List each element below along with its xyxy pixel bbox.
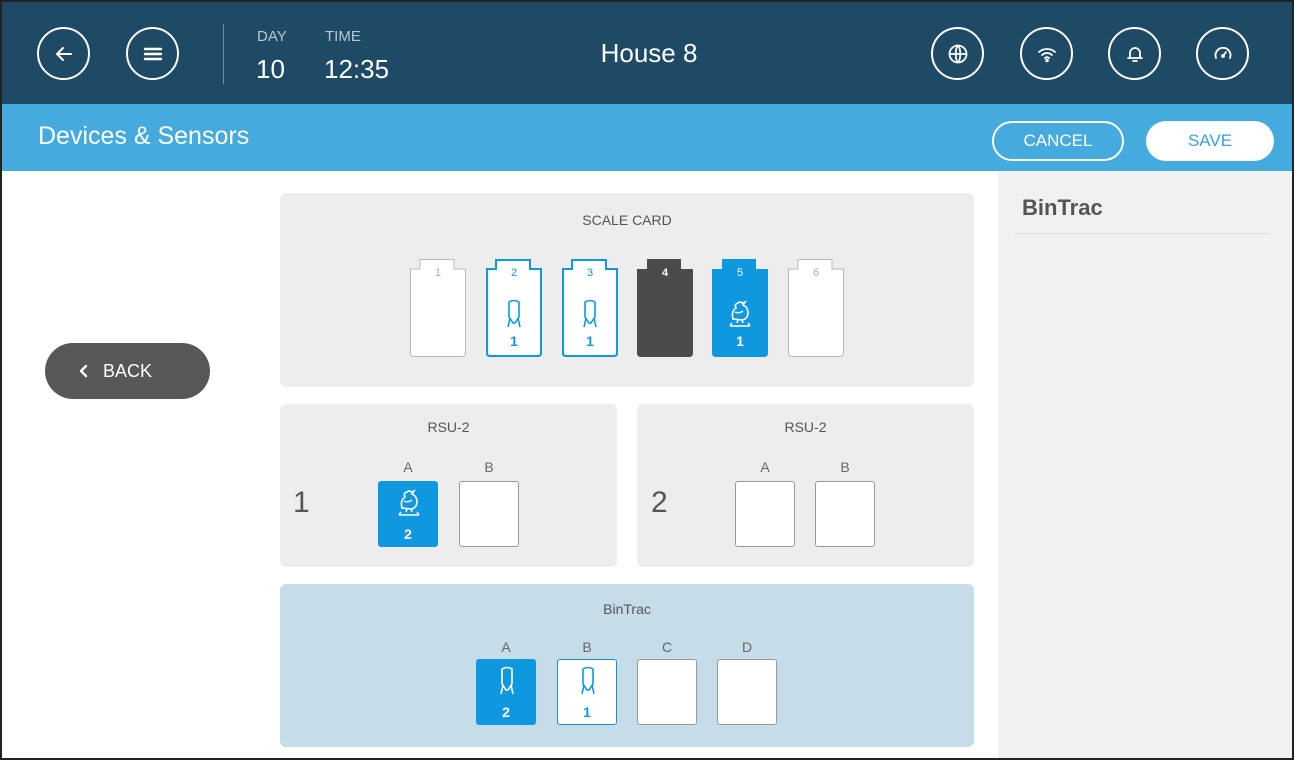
save-button[interactable]: SAVE bbox=[1146, 121, 1274, 161]
day-value: 10 bbox=[256, 54, 285, 84]
rsu-port-a[interactable]: 2 bbox=[378, 481, 438, 547]
rsu-port-b[interactable] bbox=[815, 481, 875, 547]
day-label: DAY bbox=[257, 28, 287, 45]
top-bar: DAY 10 TIME 12:35 House 8 bbox=[2, 2, 1292, 104]
time-label: TIME bbox=[325, 28, 361, 45]
scale-slot-3[interactable]: 3 1 bbox=[562, 259, 618, 357]
rsu-port-b[interactable] bbox=[459, 481, 519, 547]
port-label: D bbox=[741, 639, 753, 655]
rsu-port-a[interactable] bbox=[735, 481, 795, 547]
rsu-card-title: RSU-2 bbox=[784, 419, 827, 435]
bird-scale-icon bbox=[729, 300, 751, 327]
time-value: 12:35 bbox=[324, 54, 390, 84]
back-nav-button[interactable] bbox=[37, 27, 90, 80]
bintrac-port-b[interactable]: 1 bbox=[557, 659, 617, 725]
chevron-left-icon bbox=[79, 364, 88, 378]
language-button[interactable] bbox=[931, 27, 984, 80]
rsu-index: 1 bbox=[293, 486, 310, 519]
header-divider bbox=[223, 24, 224, 84]
port-label: C bbox=[661, 639, 673, 655]
bin-scale-icon bbox=[507, 299, 521, 328]
port-count: 2 bbox=[502, 704, 510, 720]
bintrac-port-a[interactable]: 2 bbox=[476, 659, 536, 725]
back-button-label: BACK bbox=[103, 360, 153, 381]
rsu-card-1: RSU-2 1 A B 2 bbox=[280, 404, 617, 567]
scale-slot-number: 2 bbox=[510, 267, 518, 279]
dashboard-button[interactable] bbox=[1196, 27, 1249, 80]
page-title: Devices & Sensors bbox=[38, 122, 250, 150]
scale-slot-count: 1 bbox=[586, 333, 594, 349]
rsu-card-2: RSU-2 2 A B bbox=[637, 404, 974, 567]
bell-icon bbox=[1126, 46, 1143, 62]
app-frame: DAY 10 TIME 12:35 House 8 Devices & Sens… bbox=[0, 0, 1294, 760]
alarms-button[interactable] bbox=[1108, 27, 1161, 80]
rsu-card-title: RSU-2 bbox=[427, 419, 470, 435]
scale-slot-number: 3 bbox=[586, 267, 594, 279]
port-count: 2 bbox=[404, 526, 412, 542]
bintrac-card-title: BinTrac bbox=[603, 601, 651, 617]
port-count: 1 bbox=[583, 704, 591, 720]
scale-slot-count: 1 bbox=[510, 333, 518, 349]
bin-scale-icon bbox=[581, 666, 595, 695]
house-title: House 8 bbox=[600, 38, 698, 68]
scale-slot-number: 5 bbox=[736, 267, 744, 279]
scale-slot-4[interactable]: 4 bbox=[637, 259, 693, 357]
bin-scale-icon bbox=[500, 666, 514, 695]
rsu-index: 2 bbox=[651, 486, 668, 519]
bird-scale-icon bbox=[398, 489, 420, 516]
bintrac-port-c[interactable] bbox=[637, 659, 697, 725]
details-panel-title: BinTrac bbox=[1022, 195, 1103, 220]
bintrac-card[interactable]: BinTrac A B C D 2 1 bbox=[280, 584, 974, 747]
port-label: A bbox=[501, 639, 511, 655]
network-button[interactable] bbox=[1020, 27, 1073, 80]
bin-scale-icon bbox=[583, 299, 597, 328]
wifi-icon bbox=[1037, 47, 1056, 62]
scale-slot-number: 1 bbox=[434, 267, 442, 279]
details-panel: BinTrac bbox=[998, 171, 1292, 758]
scale-slot-2[interactable]: 2 1 bbox=[486, 259, 542, 357]
gauge-icon bbox=[1214, 46, 1231, 59]
back-button[interactable]: BACK bbox=[45, 343, 210, 399]
cancel-button[interactable]: CANCEL bbox=[992, 121, 1124, 161]
scale-slot-count: 1 bbox=[736, 333, 744, 349]
back-arrow-icon bbox=[55, 46, 72, 61]
details-divider bbox=[1014, 233, 1270, 234]
scale-card-title: SCALE CARD bbox=[582, 212, 672, 228]
bintrac-port-d[interactable] bbox=[717, 659, 777, 725]
scale-slot-5[interactable]: 5 1 bbox=[712, 259, 768, 357]
scale-card: SCALE CARD 1 2 1 3 1 4 5 1 6 bbox=[280, 193, 974, 387]
globe-icon bbox=[948, 44, 967, 63]
sub-header: Devices & Sensors CANCEL SAVE bbox=[2, 104, 1292, 171]
scale-slot-number: 4 bbox=[661, 267, 669, 279]
scale-slot-6[interactable]: 6 bbox=[788, 259, 844, 357]
port-label: A bbox=[403, 459, 413, 475]
port-label: B bbox=[484, 459, 494, 475]
scale-slot-number: 6 bbox=[812, 267, 820, 279]
menu-button[interactable] bbox=[126, 27, 179, 80]
menu-icon bbox=[143, 47, 162, 60]
port-label: A bbox=[760, 459, 770, 475]
port-label: B bbox=[840, 459, 850, 475]
port-label: B bbox=[582, 639, 592, 655]
scale-slot-1[interactable]: 1 bbox=[410, 259, 466, 357]
